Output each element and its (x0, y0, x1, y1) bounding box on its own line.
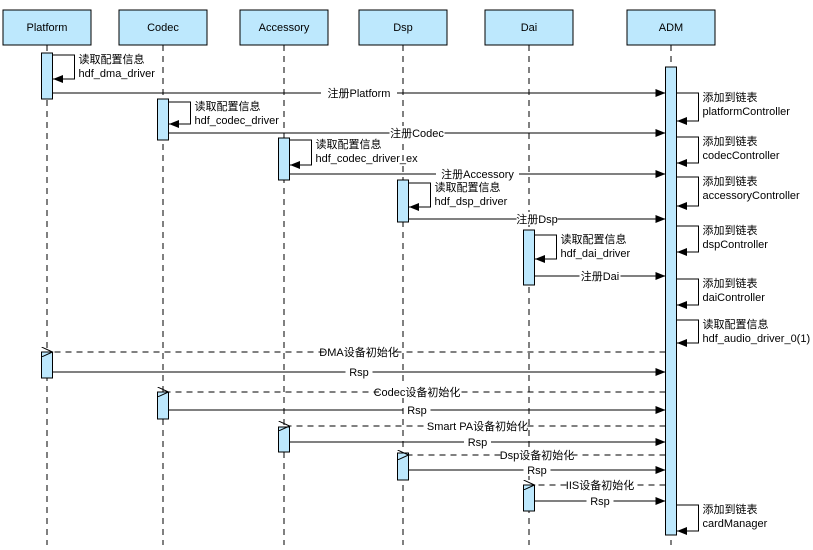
message-label: Dsp设备初始化 (500, 448, 575, 462)
self-message-label: hdf_dai_driver (561, 248, 631, 260)
message-label: IIS设备初始化 (566, 478, 634, 492)
activation-bar-platform (41, 351, 53, 379)
self-message-label: accessoryController (703, 190, 801, 202)
self-message-arrow (676, 92, 699, 125)
message-label: Rsp (349, 367, 369, 379)
self-message-label: 添加到链表 (703, 502, 758, 516)
message-label: Rsp (527, 465, 547, 477)
self-message-label: dspController (703, 239, 769, 251)
self-message-arrow (676, 225, 699, 256)
activation-bar-platform (41, 52, 53, 100)
self-message-arrow (676, 176, 699, 210)
message-label: 注册Dsp (516, 212, 558, 226)
self-message-arrow (408, 182, 431, 211)
self-message-label: hdf_codec_driver_ex (316, 153, 419, 165)
self-message-label: hdf_audio_driver_0(1) (703, 333, 811, 345)
participant-label-dsp: Dsp (393, 22, 413, 34)
self-message-label: daiController (703, 292, 766, 304)
self-message-label: 读取配置信息 (561, 232, 627, 246)
activation-bar-codec (157, 98, 169, 141)
activation-bar-accessory (278, 426, 290, 453)
message-label: Rsp (468, 437, 488, 449)
message-label: 注册Accessory (441, 167, 514, 181)
message-label: 注册Codec (390, 126, 444, 140)
activation-bar-dsp (397, 179, 409, 223)
self-message-arrow (676, 136, 699, 167)
self-message-label: 添加到链表 (703, 134, 758, 148)
self-message-label: 读取配置信息 (435, 180, 501, 194)
self-message-label: 读取配置信息 (79, 52, 145, 66)
self-message-label: 添加到链表 (703, 276, 758, 290)
participant-label-accessory: Accessory (259, 22, 310, 34)
message-label: 注册Platform (328, 86, 391, 100)
activation-bar-codec (157, 391, 169, 420)
self-message-arrow (676, 319, 699, 347)
self-message-arrow (52, 54, 75, 83)
activation-bar-dai (523, 229, 535, 286)
self-message-label: 读取配置信息 (316, 137, 382, 151)
message-label: Smart PA设备初始化 (427, 419, 528, 433)
participant-label-dai: Dai (521, 22, 538, 34)
activation-bar-dai (523, 484, 535, 512)
activation-bar-accessory (278, 137, 290, 181)
message-label: 注册Dai (581, 269, 620, 283)
self-message-arrow (534, 234, 557, 263)
self-message-label: platformController (703, 106, 791, 118)
self-message-label: hdf_dma_driver (79, 68, 156, 80)
message-label: Codec设备初始化 (374, 385, 461, 399)
self-message-label: hdf_dsp_driver (435, 196, 508, 208)
self-message-label: hdf_codec_driver (195, 115, 280, 127)
activation-bar-dsp (397, 452, 409, 481)
self-message-arrow (676, 504, 699, 535)
self-message-label: codecController (703, 150, 780, 162)
message-label: DMA设备初始化 (319, 345, 398, 359)
self-message-arrow (289, 139, 312, 169)
self-message-label: 读取配置信息 (703, 317, 769, 331)
self-message-label: 读取配置信息 (195, 99, 261, 113)
self-message-arrow (676, 278, 699, 309)
self-message-label: 添加到链表 (703, 223, 758, 237)
self-message-arrow (168, 101, 191, 128)
message-label: Rsp (590, 496, 610, 508)
activation-bar-adm (665, 66, 677, 536)
message-label: Rsp (407, 405, 427, 417)
participant-label-adm: ADM (659, 22, 683, 34)
self-message-label: 添加到链表 (703, 90, 758, 104)
self-message-label: 添加到链表 (703, 174, 758, 188)
participant-label-codec: Codec (147, 22, 179, 34)
sequence-diagram: 读取配置信息 hdf_dma_driver 注册Platform 添加到链表 platf… (2, 9, 811, 545)
participant-label-platform: Platform (27, 22, 68, 34)
self-message-label: cardManager (703, 518, 768, 530)
